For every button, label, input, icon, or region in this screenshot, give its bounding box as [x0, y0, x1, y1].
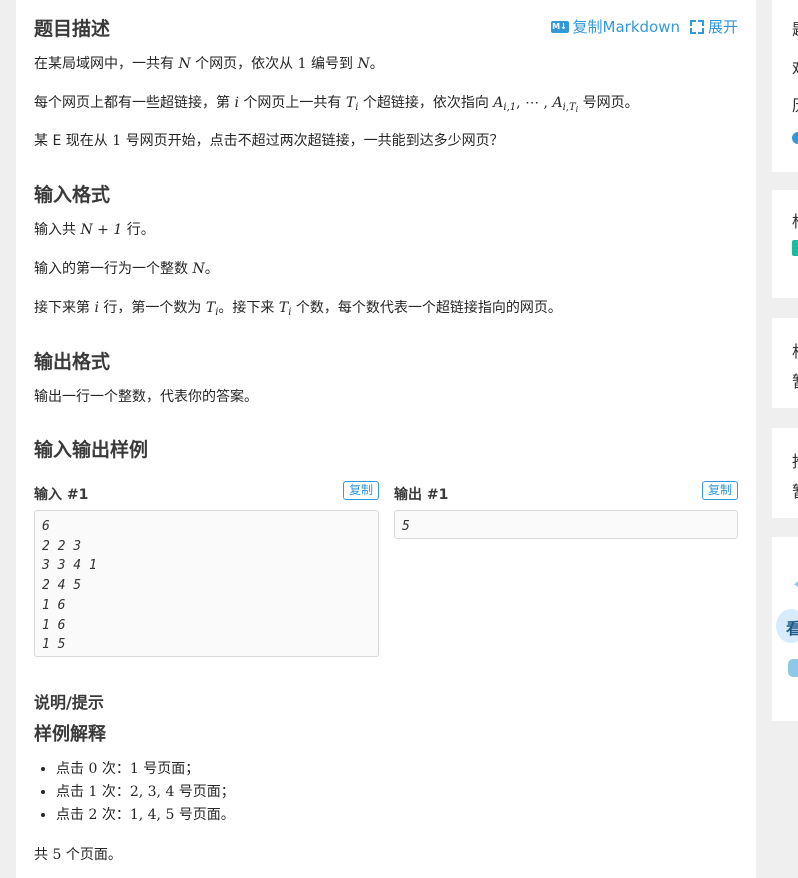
sample-input-box[interactable]: 6 2 2 3 3 3 4 1 2 4 5 1 6 1 6 1 5: [34, 510, 379, 657]
input-format-title: 输入格式: [34, 184, 111, 206]
description-paragraph-2: 每个网页上都有一些超链接，第 i 个网页上一共有 Ti 个超链接，依次指向 Ai…: [34, 95, 639, 114]
input-format-paragraph-1: 输入共 N + 1 行。: [34, 222, 155, 238]
hint-list: 点击 0 次：1 号页面； 点击 1 次：2, 3, 4 号页面； 点击 2 次…: [34, 758, 235, 827]
copy-markdown-label: 复制Markdown: [572, 18, 680, 36]
ad-decoration-icon: [788, 659, 798, 677]
list-item: 点击 1 次：2, 3, 4 号页面；: [56, 781, 235, 804]
sidebar-recommend-card: 推 暂: [772, 428, 798, 518]
header-actions: M↓ 复制Markdown 展开: [550, 16, 738, 37]
description-paragraph-1: 在某局域网中，一共有 N 个网页，依次从 1 编号到 N。: [34, 56, 384, 72]
sidebar-text: 历: [792, 92, 798, 116]
sidebar-text: 相: [792, 338, 798, 362]
sidebar-related-card: 相 暂: [772, 318, 798, 408]
expand-icon: [689, 19, 704, 34]
sample-input-label: 输入 #1: [34, 487, 89, 503]
hint-title: 说明/提示: [34, 693, 104, 712]
sidebar-info-card: 题 难 历: [772, 0, 798, 172]
sidebar-text: 推: [792, 448, 798, 472]
copy-output-button[interactable]: 复制: [702, 481, 739, 500]
hint-total: 共 5 个页面。: [34, 847, 122, 863]
samples-title: 输入输出样例: [34, 439, 149, 461]
sidebar-text: 暂: [792, 478, 798, 502]
expand-label: 展开: [707, 18, 738, 36]
sample-output-label: 输出 #1: [394, 487, 449, 503]
page-title: 题目描述: [34, 18, 111, 40]
expand-button[interactable]: 展开: [689, 16, 738, 37]
sidebar-text: 标: [792, 208, 798, 232]
input-format-paragraph-2: 输入的第一行为一个整数 N。: [34, 261, 219, 277]
sidebar-text: 题: [792, 16, 798, 40]
sample-output-box[interactable]: 5: [394, 510, 738, 539]
markdown-icon: M↓: [550, 20, 569, 33]
list-item: 点击 2 次：1, 4, 5 号页面。: [56, 804, 235, 827]
description-paragraph-3: 某 E 现在从 1 号网页开始，点击不超过两次超链接，一共能到达多少网页？: [34, 133, 504, 149]
tag-badge[interactable]: [792, 240, 798, 256]
sidebar-text: 暂: [792, 368, 798, 392]
hint-subtitle: 样例解释: [34, 724, 106, 745]
sidebar-text: 难: [792, 55, 798, 79]
sidebar-ad-card[interactable]: ✦ 看: [772, 537, 798, 721]
sparkle-icon: ✦: [792, 575, 798, 594]
problem-card: 题目描述 M↓ 复制Markdown 展开 在某局域网中，一共有 N 个网页，依…: [16, 0, 756, 878]
list-item: 点击 0 次：1 号页面；: [56, 758, 235, 781]
output-format-paragraph: 输出一行一个整数，代表你的答案。: [34, 389, 258, 405]
ad-text: 看: [786, 619, 798, 638]
copy-markdown-button[interactable]: M↓ 复制Markdown: [550, 16, 680, 37]
input-format-paragraph-3: 接下来第 i 行，第一个数为 Ti。接下来 Ti 个数，每个数代表一个超链接指向…: [34, 300, 562, 318]
output-format-title: 输出格式: [34, 351, 111, 373]
sidebar-tags-card: 标: [772, 190, 798, 298]
copy-input-button[interactable]: 复制: [343, 481, 380, 500]
status-dot-icon: [792, 132, 798, 144]
